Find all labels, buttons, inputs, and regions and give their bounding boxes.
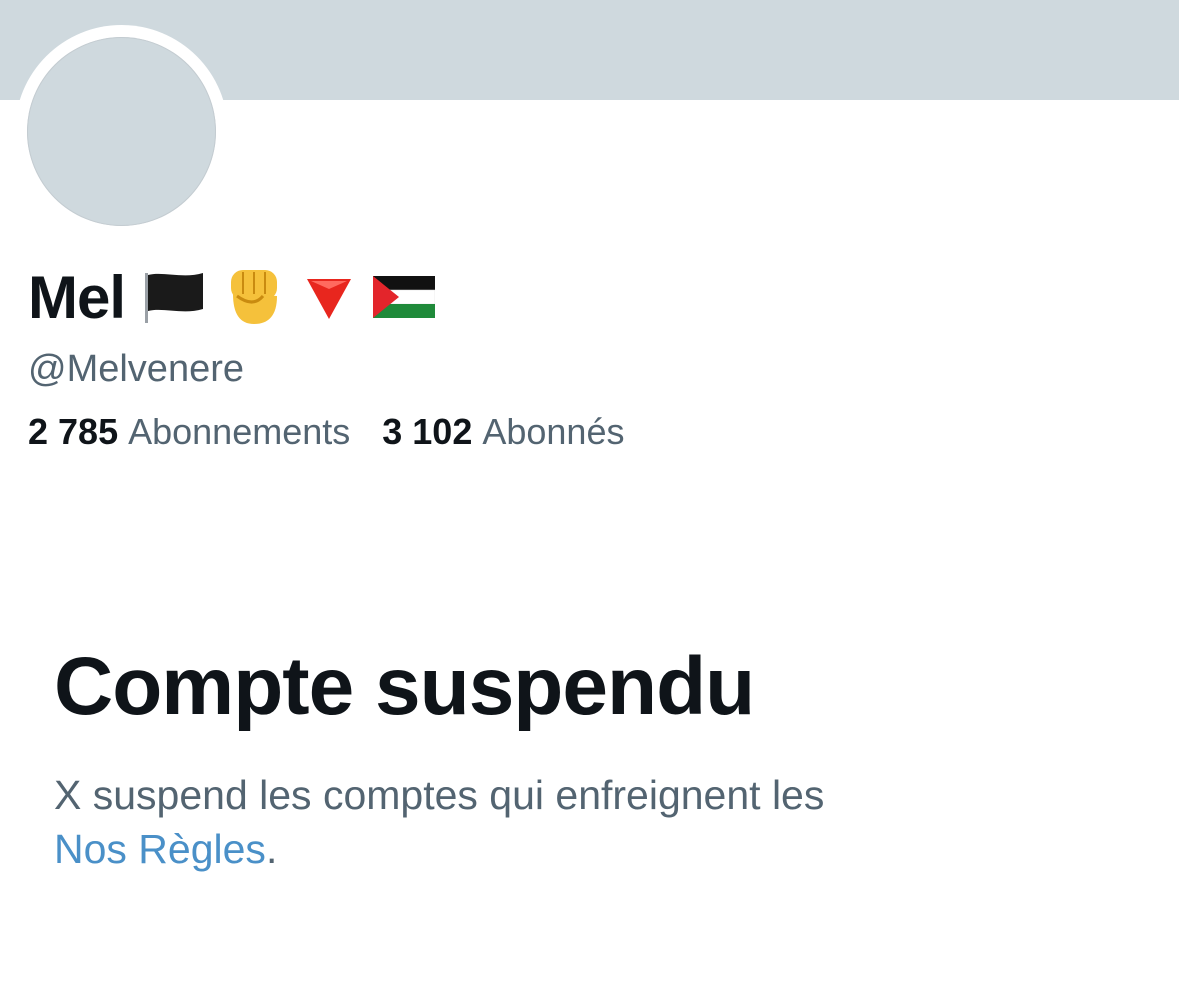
followers-label: Abonnés	[482, 411, 625, 452]
user-handle: @Melvenere	[28, 348, 244, 390]
rules-link[interactable]: Nos Règles	[54, 826, 266, 872]
trailing-period: .	[265, 826, 278, 872]
followers-count: 3 102	[382, 411, 473, 452]
avatar[interactable]	[27, 37, 216, 226]
profile-page: Mel @Melvenere 2 785 Abonnements 3 102 A…	[0, 0, 1179, 993]
following-count: 2 785	[28, 411, 119, 452]
followers-stat[interactable]: 3 102 Abonnés	[382, 411, 624, 453]
red-down-triangle-icon	[303, 271, 355, 323]
suspended-title: Compte suspendu	[54, 641, 755, 732]
following-label: Abonnements	[128, 411, 351, 452]
black-flag-icon	[143, 269, 205, 325]
name-row: Mel	[28, 262, 436, 332]
suspended-text: X suspend les comptes qui enfreignent le…	[54, 772, 825, 818]
name-emojis	[143, 266, 436, 328]
display-name: Mel	[28, 263, 126, 331]
suspended-message: X suspend les comptes qui enfreignent le…	[54, 768, 954, 876]
palestine-flag-icon	[373, 274, 436, 320]
raised-fist-icon	[223, 266, 285, 328]
follow-stats: 2 785 Abonnements 3 102 Abonnés	[28, 411, 624, 453]
following-stat[interactable]: 2 785 Abonnements	[28, 411, 350, 453]
